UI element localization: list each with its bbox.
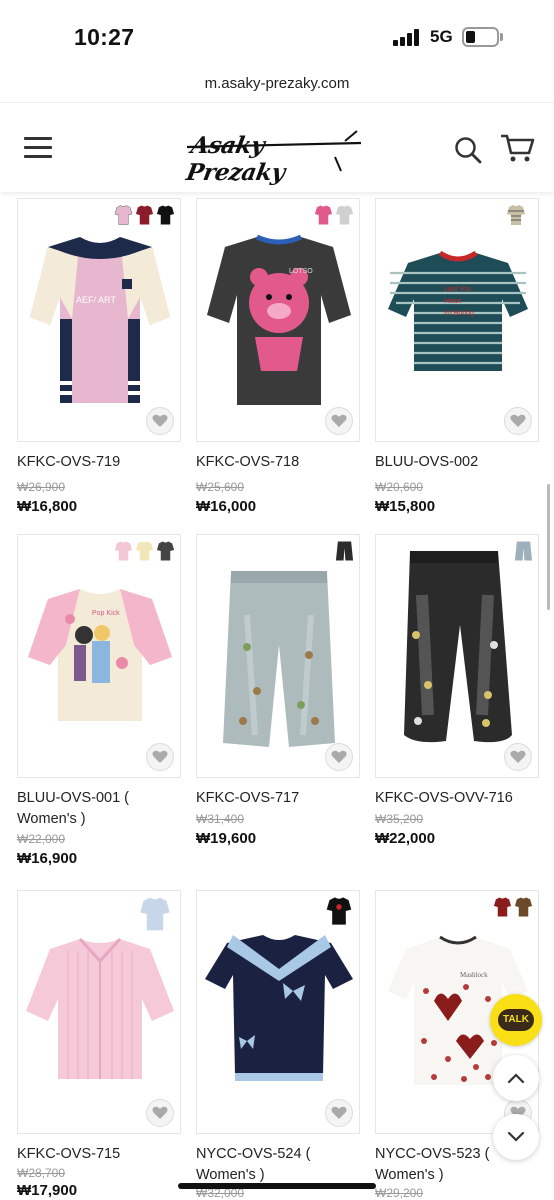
- product-image[interactable]: [196, 534, 360, 778]
- product-image[interactable]: AEF/ ART: [17, 198, 181, 442]
- scroll-down-button[interactable]: [493, 1114, 539, 1160]
- wishlist-heart-icon[interactable]: [146, 1099, 174, 1127]
- wishlist-heart-icon[interactable]: [504, 743, 532, 771]
- product-image[interactable]: Last You Heart Im Boring: [375, 198, 539, 442]
- svg-text:Im Boring: Im Boring: [444, 310, 474, 317]
- wishlist-heart-icon[interactable]: [146, 407, 174, 435]
- site-header: Asaky Prezaky: [0, 102, 554, 192]
- product-image[interactable]: [196, 890, 360, 1134]
- signal-icon: [393, 28, 423, 46]
- swatch-icon[interactable]: [114, 540, 133, 562]
- original-price: ₩22,000: [17, 832, 66, 846]
- wishlist-heart-icon[interactable]: [325, 743, 353, 771]
- original-price: ₩31,400: [196, 812, 245, 826]
- product-name[interactable]: BLUU-OVS-002: [375, 452, 539, 473]
- color-swatches: [514, 540, 533, 562]
- swatch-icon[interactable]: [493, 896, 512, 918]
- product-image[interactable]: LOTSO: [196, 198, 360, 442]
- color-swatches: [314, 204, 354, 226]
- product-name[interactable]: NYCC-OVS-524 ( Women's ): [196, 1144, 360, 1186]
- sale-price: ₩15,800: [375, 498, 436, 515]
- status-time: 10:27: [74, 24, 135, 50]
- wishlist-heart-icon[interactable]: [146, 743, 174, 771]
- color-swatches: [335, 540, 354, 562]
- chevron-up-icon: [507, 1073, 525, 1084]
- swatch-icon[interactable]: [114, 204, 133, 226]
- wishlist-heart-icon[interactable]: [504, 407, 532, 435]
- color-swatches: [114, 540, 175, 562]
- swatch-icon[interactable]: [335, 540, 354, 562]
- talk-label: TALK: [498, 1009, 534, 1031]
- original-price: ₩20,600: [375, 480, 424, 494]
- original-price: ₩29,200: [375, 1186, 424, 1200]
- swatch-icon[interactable]: [314, 204, 333, 226]
- site-logo[interactable]: Asaky Prezaky: [184, 121, 365, 186]
- swatch-icon[interactable]: [156, 540, 175, 562]
- menu-icon[interactable]: [24, 137, 52, 159]
- kakao-talk-button[interactable]: TALK: [490, 994, 542, 1046]
- url-bar[interactable]: m.asaky-prezaky.com: [0, 70, 554, 100]
- color-swatches: [114, 204, 175, 226]
- network-label: 5G: [430, 27, 453, 46]
- logo-text: Asaky Prezaky: [184, 132, 287, 186]
- svg-text:LOTSO: LOTSO: [289, 268, 313, 275]
- sale-price: ₩16,900: [17, 850, 78, 867]
- swatch-icon[interactable]: [514, 540, 533, 562]
- page-scrollbar[interactable]: [547, 484, 550, 610]
- product-name[interactable]: KFKC-OVS-718: [196, 452, 360, 473]
- original-price: ₩28,700: [17, 1166, 66, 1180]
- swatch-icon[interactable]: [135, 896, 175, 932]
- swatch-icon[interactable]: [135, 204, 154, 226]
- chevron-down-icon: [507, 1131, 525, 1142]
- color-swatches: [135, 896, 175, 932]
- svg-text:Heart: Heart: [444, 298, 461, 305]
- swatch-icon[interactable]: [324, 896, 354, 926]
- product-name[interactable]: KFKC-OVS-717: [196, 788, 360, 809]
- product-grid: AEF/ ART KFKC-OVS-719 ₩26,900 ₩16,800 LO…: [0, 196, 554, 1200]
- wishlist-heart-icon[interactable]: [325, 1099, 353, 1127]
- svg-text:Mashlock: Mashlock: [460, 971, 488, 979]
- battery-icon: [462, 27, 499, 47]
- original-price: ₩26,900: [17, 480, 66, 494]
- sale-price: ₩16,000: [196, 498, 257, 515]
- original-price: ₩25,600: [196, 480, 245, 494]
- product-name[interactable]: KFKC-OVS-OVV-716: [375, 788, 539, 809]
- swatch-icon[interactable]: [499, 204, 533, 226]
- sale-price: ₩22,000: [375, 830, 436, 847]
- sale-price: ₩19,600: [196, 830, 257, 847]
- swatch-icon[interactable]: [514, 896, 533, 918]
- original-price: ₩35,200: [375, 812, 424, 826]
- swatch-icon[interactable]: [335, 204, 354, 226]
- swatch-icon[interactable]: [156, 204, 175, 226]
- svg-text:Pop Kick: Pop Kick: [92, 610, 120, 617]
- product-name[interactable]: BLUU-OVS-001 ( Women's ): [17, 788, 181, 830]
- sale-price: ₩17,900: [17, 1182, 78, 1199]
- svg-text:Last You: Last You: [444, 286, 471, 293]
- status-bar: 10:27 5G: [0, 0, 554, 70]
- product-name[interactable]: KFKC-OVS-719: [17, 452, 181, 473]
- product-image[interactable]: [375, 534, 539, 778]
- color-swatches: [499, 204, 533, 226]
- color-swatches: [493, 896, 533, 918]
- battery-tip: [500, 33, 503, 41]
- search-icon[interactable]: [454, 136, 482, 164]
- product-image[interactable]: Pop Kick: [17, 534, 181, 778]
- svg-text:AEF/ ART: AEF/ ART: [76, 295, 116, 305]
- home-indicator[interactable]: [178, 1183, 376, 1189]
- cart-icon[interactable]: [499, 132, 535, 164]
- sale-price: ₩16,800: [17, 498, 78, 515]
- wishlist-heart-icon[interactable]: [325, 407, 353, 435]
- color-swatches: [324, 896, 354, 926]
- scroll-up-button[interactable]: [493, 1055, 539, 1101]
- swatch-icon[interactable]: [135, 540, 154, 562]
- product-image[interactable]: [17, 890, 181, 1134]
- product-name[interactable]: KFKC-OVS-715: [17, 1144, 181, 1165]
